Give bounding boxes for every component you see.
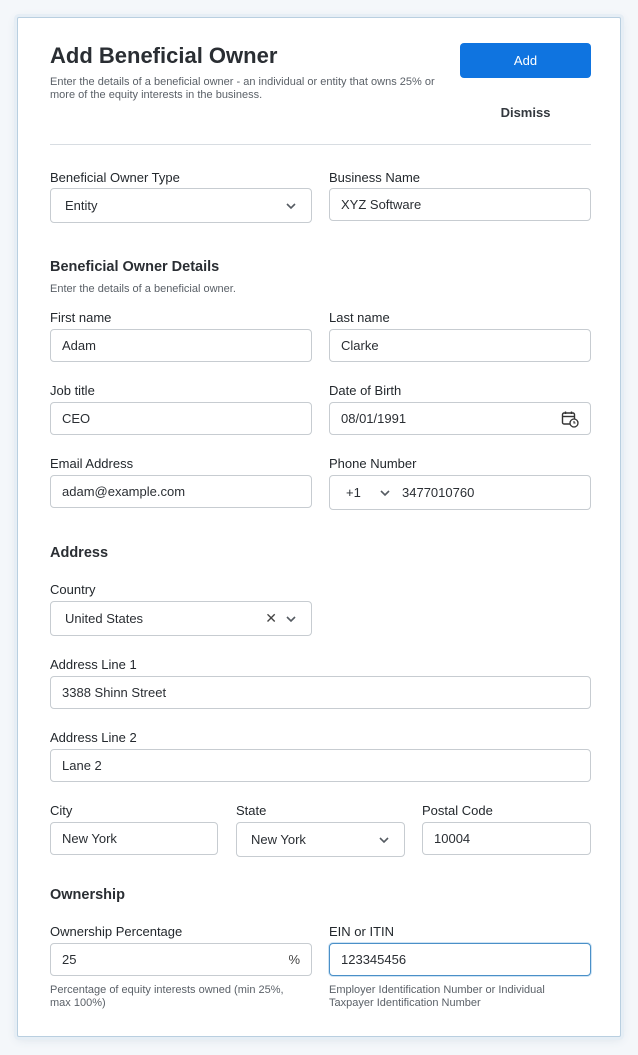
add-beneficial-owner-dialog: Add Beneficial Owner Enter the details o… — [17, 17, 621, 1037]
address-line1-label: Address Line 1 — [50, 657, 137, 672]
address-line1-value: 3388 Shinn Street — [62, 685, 167, 700]
ein-input[interactable]: 123345456 — [329, 943, 591, 976]
business-name-label: Business Name — [329, 170, 421, 185]
dob-input[interactable]: 08/01/1991 — [329, 402, 591, 435]
address-heading: Address — [50, 545, 109, 561]
add-button[interactable]: Add — [460, 43, 591, 78]
ein-value: 123345456 — [341, 952, 407, 967]
owner-type-value: Entity — [65, 198, 98, 213]
ownership-percentage-input[interactable]: 25 % — [50, 943, 312, 976]
ownership-percentage-hint: Percentage of equity interests owned (mi… — [50, 984, 284, 1009]
dismiss-button[interactable]: Dismiss — [460, 102, 591, 122]
postal-code-label: Postal Code — [422, 803, 493, 818]
country-value: United States — [65, 611, 144, 626]
state-label: State — [236, 803, 267, 818]
state-select[interactable]: New York — [236, 822, 405, 857]
country-code-select[interactable]: +1 — [346, 485, 402, 500]
country-code-value: +1 — [346, 485, 361, 500]
job-title-label: Job title — [50, 383, 95, 398]
ein-label: EIN or ITIN — [329, 924, 395, 939]
job-title-value: CEO — [62, 411, 91, 426]
business-name-input[interactable]: XYZ Software — [329, 188, 591, 221]
dob-value: 08/01/1991 — [341, 411, 407, 426]
last-name-input[interactable]: Clarke — [329, 329, 591, 362]
first-name-input[interactable]: Adam — [50, 329, 312, 362]
calendar-clock-icon[interactable] — [561, 410, 579, 428]
address-line2-value: Lane 2 — [62, 758, 102, 773]
phone-value: 3477010760 — [402, 485, 475, 500]
last-name-value: Clarke — [341, 338, 379, 353]
ownership-heading: Ownership — [50, 887, 125, 903]
owner-type-select[interactable]: Entity — [50, 188, 312, 223]
ownership-percentage-label: Ownership Percentage — [50, 924, 183, 939]
email-label: Email Address — [50, 456, 134, 471]
country-label: Country — [50, 582, 96, 597]
header-divider — [50, 144, 591, 145]
postal-code-value: 10004 — [434, 831, 471, 846]
first-name-label: First name — [50, 310, 112, 325]
country-select[interactable]: United States ✕ — [50, 601, 312, 636]
clear-icon[interactable]: ✕ — [265, 610, 277, 627]
page-title: Add Beneficial Owner — [50, 43, 278, 68]
city-input[interactable]: New York — [50, 822, 218, 855]
business-name-value: XYZ Software — [341, 197, 422, 212]
dob-label: Date of Birth — [329, 383, 402, 398]
city-value: New York — [62, 831, 117, 846]
address-line2-label: Address Line 2 — [50, 730, 137, 745]
phone-input[interactable]: +1 3477010760 — [329, 475, 591, 510]
chevron-down-icon — [285, 613, 297, 625]
chevron-down-icon — [379, 487, 391, 499]
percent-suffix: % — [288, 952, 300, 967]
postal-code-input[interactable]: 10004 — [422, 822, 591, 855]
chevron-down-icon — [378, 834, 390, 846]
ein-hint: Employer Identification Number or Indivi… — [329, 984, 545, 1009]
job-title-input[interactable]: CEO — [50, 402, 312, 435]
page-subtitle: Enter the details of a beneficial owner … — [50, 76, 435, 101]
first-name-value: Adam — [62, 338, 96, 353]
details-heading: Beneficial Owner Details — [50, 259, 220, 275]
address-line1-input[interactable]: 3388 Shinn Street — [50, 676, 591, 709]
details-hint: Enter the details of a beneficial owner. — [50, 283, 236, 295]
last-name-label: Last name — [329, 310, 390, 325]
address-line2-input[interactable]: Lane 2 — [50, 749, 591, 782]
state-value: New York — [251, 832, 306, 847]
phone-label: Phone Number — [329, 456, 417, 471]
ownership-percentage-value: 25 — [62, 952, 77, 967]
city-label: City — [50, 803, 73, 818]
email-input[interactable]: adam@example.com — [50, 475, 312, 508]
chevron-down-icon — [285, 200, 297, 212]
email-value: adam@example.com — [62, 484, 186, 499]
owner-type-label: Beneficial Owner Type — [50, 170, 180, 185]
